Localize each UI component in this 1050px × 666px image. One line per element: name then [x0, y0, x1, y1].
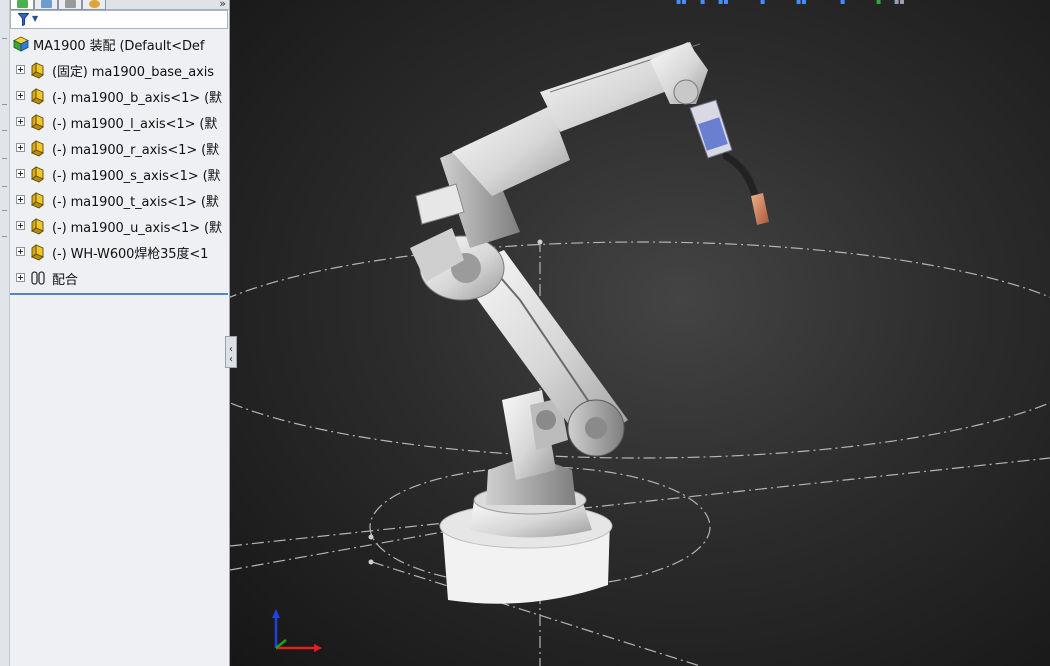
- tree-item-label: (-) ma1900_u_axis<1> (默: [52, 221, 222, 236]
- display-manager-icon: [89, 0, 100, 8]
- expand-toggle-icon[interactable]: [16, 195, 25, 204]
- part-icon: [31, 218, 44, 235]
- panel-collapse-handle[interactable]: ‹ ‹: [225, 336, 237, 368]
- property-manager-icon: [41, 0, 52, 8]
- tree-root-assembly[interactable]: MA1900 装配 (Default<Def: [10, 32, 229, 56]
- expand-toggle-icon[interactable]: [16, 273, 25, 282]
- tree-item-u-axis[interactable]: (-) ma1900_u_axis<1> (默: [16, 214, 229, 238]
- tree-item-welding-torch[interactable]: (-) WH-W600焊枪35度<1: [16, 240, 229, 264]
- tab-configuration-manager[interactable]: [58, 0, 82, 10]
- feature-manager-icon: [17, 0, 28, 8]
- part-icon: [31, 244, 44, 261]
- tree-item-t-axis[interactable]: (-) ma1900_t_axis<1> (默: [16, 188, 229, 212]
- part-icon: [31, 114, 44, 131]
- tree-item-label: (-) ma1900_r_axis<1> (默: [52, 143, 220, 158]
- mates-icon: [31, 271, 45, 285]
- tree-item-label: (-) ma1900_l_axis<1> (默: [52, 117, 218, 132]
- collapse-arrow-icon: ‹ ‹: [229, 344, 233, 365]
- expand-toggle-icon[interactable]: [16, 247, 25, 256]
- feature-manager-panel: » ▼ MA1900 装配 (Default<Def (固定) ma1900_b…: [0, 0, 230, 666]
- tree-item-l-axis[interactable]: (-) ma1900_l_axis<1> (默: [16, 110, 229, 134]
- welding-torch: [689, 99, 769, 225]
- tree-item-b-axis[interactable]: (-) ma1900_b_axis<1> (默: [16, 84, 229, 108]
- assembly-icon: [13, 36, 29, 52]
- tree-divider: [10, 293, 228, 295]
- tree-filter-bar[interactable]: ▼: [10, 10, 228, 29]
- tree-item-label: (-) ma1900_s_axis<1> (默: [52, 169, 221, 184]
- panel-expand-chevron-icon[interactable]: »: [219, 0, 226, 10]
- tree-root-label: MA1900 装配 (Default<Def: [33, 39, 205, 54]
- filter-dropdown-icon[interactable]: ▼: [32, 14, 38, 23]
- expand-toggle-icon[interactable]: [16, 169, 25, 178]
- tree-item-s-axis[interactable]: (-) ma1900_s_axis<1> (默: [16, 162, 229, 186]
- graphics-viewport[interactable]: ▪▪ ▪ ▪▪ ▪ ▪▪ ▪ ▪ ▪▪: [230, 0, 1050, 666]
- tree-item-label: (-) WH-W600焊枪35度<1: [52, 247, 209, 262]
- filter-icon: [18, 13, 29, 26]
- part-icon: [31, 166, 44, 183]
- tree-item-label: (-) ma1900_b_axis<1> (默: [52, 91, 222, 106]
- left-task-edge: [0, 0, 10, 666]
- tab-display-manager[interactable]: [82, 0, 106, 10]
- coordinate-triad-icon: [272, 609, 322, 652]
- reference-geometry: [230, 240, 1050, 666]
- panel-tab-strip: »: [10, 0, 229, 10]
- expand-toggle-icon[interactable]: [16, 143, 25, 152]
- tree-item-r-axis[interactable]: (-) ma1900_r_axis<1> (默: [16, 136, 229, 160]
- part-icon: [31, 140, 44, 157]
- tree-item-label: (固定) ma1900_base_axis: [52, 65, 214, 80]
- robot-model-scene: [230, 42, 1050, 666]
- part-icon: [31, 88, 44, 105]
- tab-feature-manager[interactable]: [10, 0, 34, 10]
- part-icon: [31, 62, 44, 79]
- configuration-manager-icon: [65, 0, 76, 8]
- tree-item-base-axis[interactable]: (固定) ma1900_base_axis: [16, 58, 229, 82]
- tree-item-label: (-) ma1900_t_axis<1> (默: [52, 195, 219, 210]
- robot-wrist: [650, 42, 708, 105]
- tree-item-mates[interactable]: 配合: [16, 266, 229, 290]
- expand-toggle-icon[interactable]: [16, 117, 25, 126]
- expand-toggle-icon[interactable]: [16, 91, 25, 100]
- expand-toggle-icon[interactable]: [16, 65, 25, 74]
- tree-item-label: 配合: [52, 273, 78, 288]
- part-icon: [31, 192, 44, 209]
- expand-toggle-icon[interactable]: [16, 221, 25, 230]
- tab-property-manager[interactable]: [34, 0, 58, 10]
